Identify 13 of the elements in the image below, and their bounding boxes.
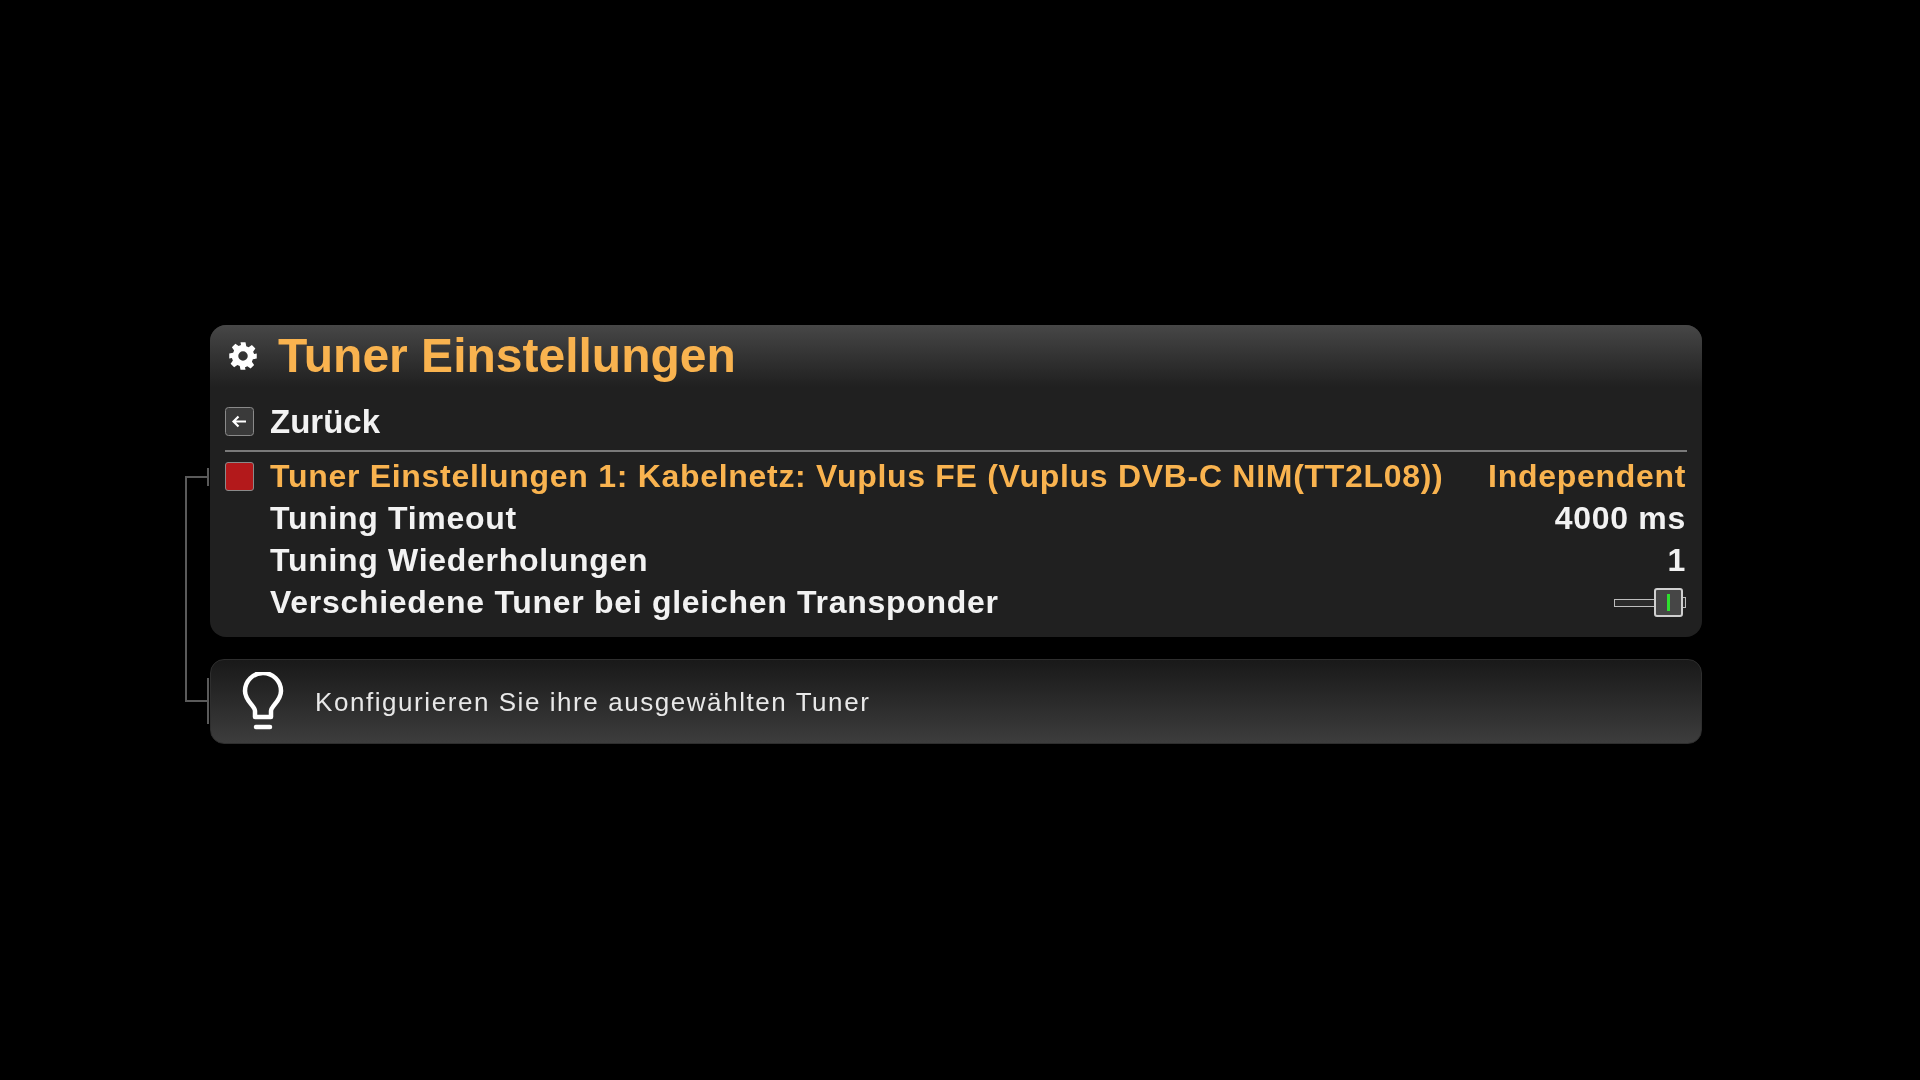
setting-value: 4000 ms <box>1554 502 1686 534</box>
hint-text: Konfigurieren Sie ihre ausgewählten Tuner <box>315 688 871 715</box>
back-button[interactable]: Zurück <box>225 401 381 441</box>
setting-label[interactable]: Tuning Wiederholungen <box>270 544 649 576</box>
lightbulb-icon <box>241 671 285 732</box>
setting-label[interactable]: Verschiedene Tuner bei gleichen Transponder <box>270 586 999 618</box>
setting-label[interactable]: Tuning Timeout <box>270 502 517 534</box>
setting-value: 1 <box>1667 544 1686 576</box>
settings-icon <box>228 341 258 371</box>
toggle-switch[interactable] <box>1614 587 1686 617</box>
setting-label[interactable]: Tuner Einstellungen 1: Kabelnetz: Vuplus FE (Vuplus DVB-C NIM(TT2L08)) <box>270 460 1444 492</box>
window-title: Tuner Einstellungen <box>278 332 736 380</box>
setting-value: Independent <box>1488 460 1686 492</box>
